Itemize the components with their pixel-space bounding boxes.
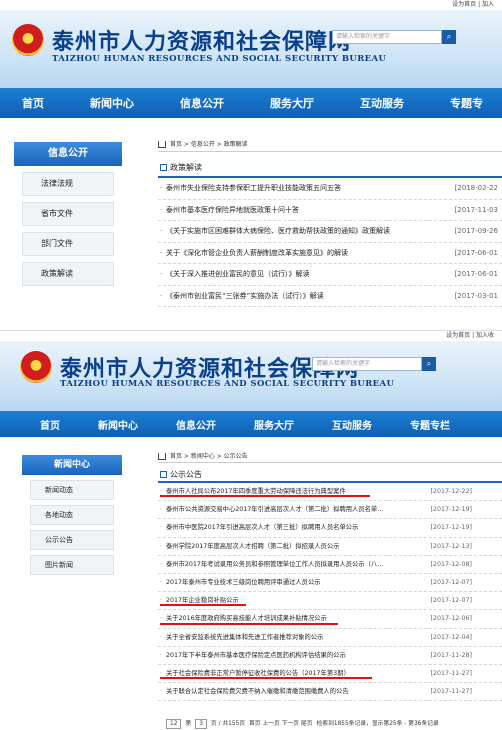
list-item[interactable]: · 泰州市2017年考试录用公务员和参照管理单位工作人员拟录用人员公示（八...[… <box>158 555 502 574</box>
red-underline <box>160 495 370 498</box>
list-item[interactable]: · 泰州市中医院2017年引进高层次人才（第三批）拟聘用人员名单公示 [2017-1… <box>158 519 502 538</box>
search-input[interactable]: 请输入检索的关键字 <box>332 30 442 44</box>
red-underline <box>160 677 372 680</box>
page-total: 页 / 共155页 <box>210 721 245 727</box>
list-item[interactable]: · 《关于深入推进创业富民的意见（试行）》解读 [2017-06-01 <box>158 264 502 286</box>
nav-item-home[interactable]: 首页 <box>22 95 44 111</box>
main-nav: 首页 新闻中心 信息公开 服务大厅 互动服务 专题专 <box>0 88 502 118</box>
sidebar-item-notices[interactable]: 公示公告 <box>30 530 114 550</box>
section-icon <box>160 471 167 478</box>
pager-nav-links[interactable]: 首页 上一页 下一页 尾页 <box>249 717 313 730</box>
pagination: 12 第 3 页 / 共155页 首页 上一页 下一页 尾页 检索到1855条记… <box>158 717 502 730</box>
sidebar-title: 新闻中心 <box>22 455 122 475</box>
sidebar-item-news[interactable]: 新闻动态 <box>30 480 114 500</box>
search-icon[interactable]: ⌕ <box>422 357 436 371</box>
national-emblem-icon <box>12 24 44 56</box>
nav-item-service[interactable]: 服务大厅 <box>254 417 294 432</box>
page-number-input[interactable]: 3 <box>195 719 207 729</box>
page-size-select[interactable]: 12 <box>166 719 182 729</box>
list-item[interactable]: · 关于全省安监系统先进集体和先进工作者推荐对象的公示 [2017-12-04] <box>158 628 502 647</box>
nav-item-interact[interactable]: 互动服务 <box>360 95 404 111</box>
page-label: 第 <box>185 721 192 727</box>
list-item[interactable]: · 《关于实施市区困难群体大病保险、医疗救助帮扶政策的通知》政策解读 [2017-0… <box>158 221 502 243</box>
screenshot-policy-interpretation: 设为首页 | 加入 泰州市人力资源和社会保障网 TAIZHOU HUMAN RE… <box>0 0 502 328</box>
section-title: 公示公告 <box>158 467 502 483</box>
search-input[interactable]: 请输入检索的关键字 <box>312 357 422 371</box>
record-summary: 检索到1855条记录，显示第25条 - 第36条记录 <box>316 721 439 727</box>
national-emblem-icon <box>20 351 52 383</box>
site-header: 泰州市人力资源和社会保障网 TAIZHOU HUMAN RESOURCES AN… <box>0 341 502 411</box>
red-underline <box>160 622 338 625</box>
list-item[interactable]: · 2017年泰州市专业技术三级岗位聘用评审通过人员公示 [2017-12-07] <box>158 573 502 593</box>
sidebar-item-laws[interactable]: 法律法规 <box>22 172 114 196</box>
red-underline <box>160 604 246 607</box>
article-list: 首页 > 信息公开 > 政策解读 政策解读 · 泰州市失业保险支持参保职工提升职业… <box>158 138 502 307</box>
site-title: 泰州市人力资源和社会保障网 <box>52 30 352 55</box>
sidebar-item-photos[interactable]: 图片新闻 <box>30 555 114 575</box>
list-item[interactable]: · 泰州市公共资源交易中心2017年引进高层次人才（第二批）拟聘用人员名单...[… <box>158 501 502 520</box>
sidebar-item-local[interactable]: 各地动态 <box>30 505 114 525</box>
nav-item-news[interactable]: 新闻中心 <box>90 95 134 111</box>
list-item[interactable]: · 关于《深化市管企业负责人薪酬制度改革实施意见》的解读 [2017-06-01 <box>158 242 502 264</box>
list-item[interactable]: · 《泰州市创业富民“三张券”实施办法（试行）》解读 [2017-03-01 <box>158 285 502 307</box>
nav-item-interact[interactable]: 互动服务 <box>332 417 372 432</box>
list-item[interactable]: · 2017年下半年泰州市基本医疗保险定点医药机构评估结果的公示 [2017-11-… <box>158 646 502 665</box>
section-icon <box>160 164 167 171</box>
main-nav: 首页 新闻中心 信息公开 服务大厅 互动服务 专题专栏 <box>0 411 502 437</box>
list-item[interactable]: · 泰州市失业保险支持参保职工提升职业技能政策五问五答 [2018-02-22 <box>158 178 502 200</box>
list-item[interactable]: · 泰州市人社局公布2017年四季度重大劳动保障违法行为典型案件 [2017-12-… <box>158 483 502 502</box>
nav-item-info[interactable]: 信息公开 <box>180 95 224 111</box>
site-title-en: TAIZHOU HUMAN RESOURCES AND SOCIAL SECUR… <box>60 379 395 389</box>
top-links[interactable]: 设为首页 | 加入收 <box>0 331 502 341</box>
sidebar-title: 信息公开 <box>14 142 122 166</box>
article-list: 首页 > 新闻中心 > 公示公告 公示公告 · 泰州市人社局公布2017年四季度重… <box>158 451 502 730</box>
list-item[interactable]: · 2017年企业稳岗补贴公示 [2017-12-07] <box>158 592 502 611</box>
sidebar-item-policy[interactable]: 政策解读 <box>22 262 114 286</box>
list-item[interactable]: · 关于社会保险费非正常户暂停征收社保费的公告（2017年第3期） [2017-11… <box>158 664 502 684</box>
nav-item-topics[interactable]: 专题专 <box>450 95 483 111</box>
list-item[interactable]: · 泰州学院2017年度高层次人才招聘（第二批）拟招录人员公示 [2017-12-1… <box>158 537 502 556</box>
search-icon[interactable]: ⌕ <box>442 30 456 44</box>
sidebar-item-city-docs[interactable]: 省市文件 <box>22 202 114 226</box>
site-header: 泰州市人力资源和社会保障网 TAIZHOU HUMAN RESOURCES AN… <box>0 10 502 88</box>
sidebar: 新闻中心 新闻动态 各地动态 公示公告 图片新闻 <box>22 455 122 575</box>
breadcrumb: 首页 > 新闻中心 > 公示公告 <box>158 451 502 463</box>
sidebar-item-dept-docs[interactable]: 部门文件 <box>22 232 114 256</box>
content-area: 新闻中心 新闻动态 各地动态 公示公告 图片新闻 首页 > 新闻中心 > 公示公… <box>0 437 502 730</box>
sidebar: 信息公开 法律法规 省市文件 部门文件 政策解读 <box>14 142 122 286</box>
section-title: 政策解读 <box>158 158 502 178</box>
screenshot-announcements: 设为首页 | 加入收 泰州市人力资源和社会保障网 TAIZHOU HUMAN R… <box>0 330 502 730</box>
home-icon[interactable] <box>158 141 166 148</box>
breadcrumb: 首页 > 信息公开 > 政策解读 <box>158 138 502 152</box>
top-links[interactable]: 设为首页 | 加入 <box>0 0 502 10</box>
list-item[interactable]: · 关于联合认定社会保险费欠费不纳入催缴和清缴范围缴费人的公告 [2017-11-2… <box>158 683 502 702</box>
nav-item-service[interactable]: 服务大厅 <box>270 95 314 111</box>
list-item[interactable]: · 泰州市基本医疗保险异地就医政策十问十答 [2017-11-03 <box>158 199 502 221</box>
list-item[interactable]: · 关于2016年度政府购买高技能人才培训成果补贴情况公示 [2017-12-06] <box>158 610 502 629</box>
nav-item-info[interactable]: 信息公开 <box>176 417 216 432</box>
nav-item-news[interactable]: 新闻中心 <box>98 417 138 432</box>
home-icon[interactable] <box>158 453 166 460</box>
nav-item-home[interactable]: 首页 <box>40 417 60 432</box>
nav-item-topics[interactable]: 专题专栏 <box>410 417 450 432</box>
site-title-en: TAIZHOU HUMAN RESOURCES AND SOCIAL SECUR… <box>52 54 387 64</box>
